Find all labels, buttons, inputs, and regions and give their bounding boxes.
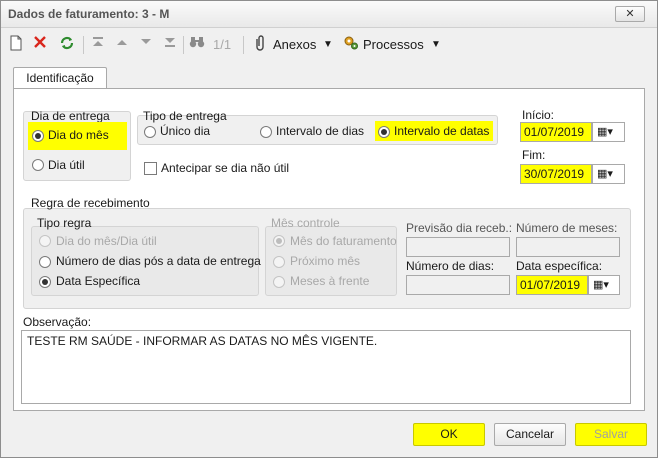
toolbar-separator	[83, 36, 84, 54]
salvar-button[interactable]: Salvar	[575, 423, 647, 446]
mes-faturamento-label[interactable]: Mês do faturamento	[290, 234, 397, 248]
unico-dia-radio[interactable]	[144, 126, 156, 138]
unico-dia-label[interactable]: Único dia	[160, 124, 210, 138]
dia-do-mes-radio[interactable]	[32, 130, 44, 142]
new-icon[interactable]	[9, 35, 23, 55]
meses-frente-label[interactable]: Meses à frente	[290, 274, 369, 288]
cancelar-button[interactable]: Cancelar	[494, 423, 566, 446]
process-icon[interactable]	[343, 35, 359, 55]
dia-util-radio[interactable]	[32, 159, 44, 171]
intervalo-datas-radio[interactable]	[378, 126, 390, 138]
toolbar-separator	[243, 36, 244, 54]
first-icon[interactable]	[91, 35, 105, 55]
previsao-label: Previsão dia receb.:	[406, 221, 513, 235]
chevron-down-icon[interactable]: ▼	[431, 35, 441, 55]
fim-date-input[interactable]: 30/07/2019	[520, 164, 592, 184]
intervalo-datas-label[interactable]: Intervalo de datas	[394, 124, 489, 138]
inicio-label: Início:	[522, 108, 555, 122]
inicio-date-input[interactable]: 01/07/2019	[520, 122, 592, 142]
antecipar-label[interactable]: Antecipar se dia não útil	[161, 161, 289, 175]
calendar-icon: ▦▾	[593, 279, 609, 291]
next-icon[interactable]	[139, 35, 153, 55]
data-especifica-radio[interactable]	[39, 276, 51, 288]
previsao-input[interactable]	[406, 237, 510, 257]
data-especifica-input[interactable]: 01/07/2019	[516, 275, 588, 295]
page-indicator: 1/1	[213, 37, 232, 52]
data-especifica-option-label[interactable]: Data Específica	[56, 274, 140, 288]
tab-identificacao[interactable]: Identificação	[13, 67, 107, 89]
dia-mes-util-radio[interactable]	[39, 235, 51, 247]
anexos-menu[interactable]: Anexos	[273, 35, 316, 55]
title-bar[interactable]: Dados de faturamento: 3 - M ✕	[1, 1, 657, 28]
proximo-mes-radio[interactable]	[273, 256, 285, 268]
window-title: Dados de faturamento: 3 - M	[8, 7, 170, 21]
dia-do-mes-label[interactable]: Dia do mês	[48, 128, 109, 142]
antecipar-checkbox[interactable]	[144, 162, 157, 175]
fim-calendar-button[interactable]: ▦▾	[592, 164, 625, 184]
close-button[interactable]: ✕	[615, 6, 645, 22]
numero-dias-pos-label[interactable]: Número de dias pós a data de entrega	[56, 254, 261, 268]
observacao-label: Observação:	[23, 315, 92, 329]
binoculars-icon[interactable]	[189, 35, 205, 55]
dia-mes-util-label[interactable]: Dia do mês/Dia útil	[56, 234, 157, 248]
processos-menu[interactable]: Processos	[363, 35, 424, 55]
numero-dias-pos-radio[interactable]	[39, 256, 51, 268]
intervalo-dias-label[interactable]: Intervalo de dias	[276, 124, 364, 138]
numero-meses-input[interactable]	[516, 237, 620, 257]
meses-frente-radio[interactable]	[273, 276, 285, 288]
numero-meses-label: Número de meses:	[516, 221, 618, 235]
paperclip-icon[interactable]	[253, 35, 267, 55]
chevron-down-icon[interactable]: ▼	[323, 35, 333, 55]
regra-recebimento-title: Regra de recebimento	[31, 196, 150, 210]
proximo-mes-label[interactable]: Próximo mês	[290, 254, 360, 268]
toolbar: 1/1 Anexos ▼ Processos ▼	[1, 31, 657, 59]
calendar-icon: ▦▾	[597, 168, 613, 180]
tipo-entrega-title: Tipo de entrega	[143, 109, 227, 123]
data-especifica-label: Data específica:	[516, 259, 603, 273]
fim-label: Fim:	[522, 148, 546, 162]
calendar-icon: ▦▾	[597, 126, 613, 138]
mes-controle-title: Mês controle	[271, 216, 340, 230]
numero-dias-label: Número de dias:	[406, 259, 495, 273]
mes-faturamento-radio[interactable]	[273, 235, 285, 247]
ok-button[interactable]: OK	[413, 423, 485, 446]
intervalo-dias-radio[interactable]	[260, 126, 272, 138]
numero-dias-input[interactable]	[406, 275, 510, 295]
delete-icon[interactable]	[33, 35, 47, 55]
dia-entrega-title: Dia de entrega	[31, 109, 110, 123]
last-icon[interactable]	[163, 35, 177, 55]
dia-util-label[interactable]: Dia útil	[48, 158, 85, 172]
data-especifica-calendar-button[interactable]: ▦▾	[588, 275, 620, 295]
refresh-icon[interactable]	[59, 35, 75, 55]
inicio-calendar-button[interactable]: ▦▾	[592, 122, 625, 142]
toolbar-separator	[183, 36, 184, 54]
tipo-regra-title: Tipo regra	[37, 216, 92, 230]
observacao-textarea[interactable]: TESTE RM SAÚDE - INFORMAR AS DATAS NO MÊ…	[21, 330, 631, 404]
dialog-window: Dados de faturamento: 3 - M ✕ 1/1 Anexos…	[0, 0, 658, 458]
prev-icon[interactable]	[115, 35, 129, 55]
